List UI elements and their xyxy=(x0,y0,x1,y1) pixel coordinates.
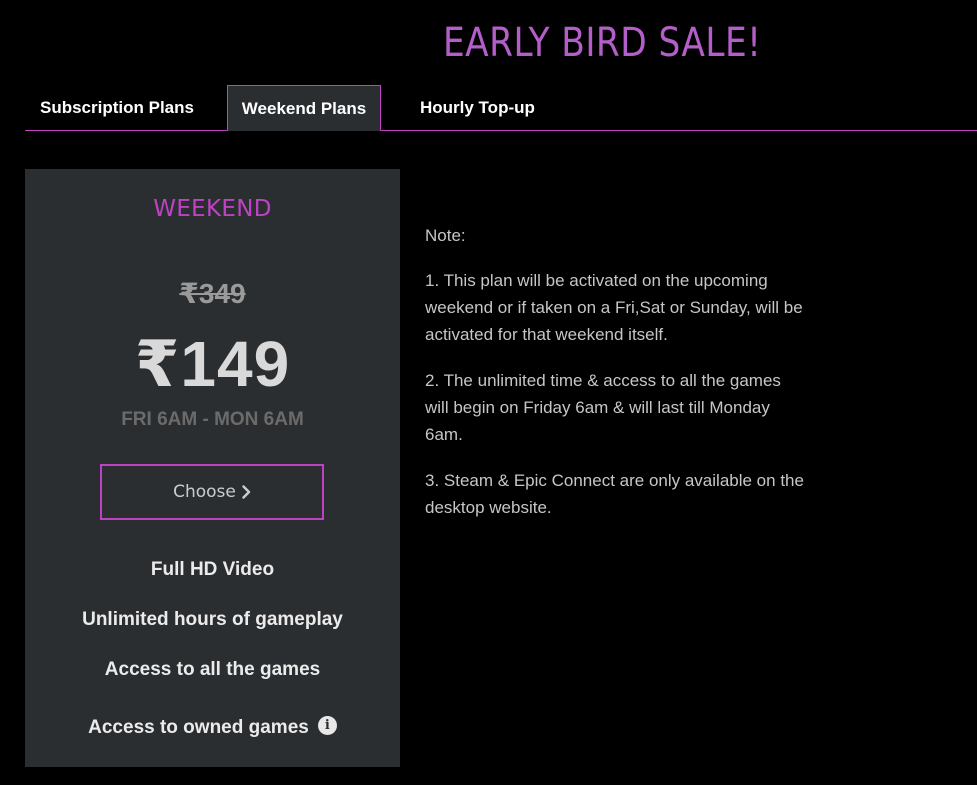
original-price: ₹349 xyxy=(179,278,246,309)
plan-notes: Note: 1. This plan will be activated on … xyxy=(425,222,805,540)
chevron-right-icon xyxy=(242,468,251,520)
note-item-2: 2. The unlimited time & access to all th… xyxy=(425,371,781,444)
weekend-plan-card: WEEKEND ₹349 ₹149 FRI 6AM - MON 6AM Choo… xyxy=(25,169,400,767)
choose-button[interactable]: Choose xyxy=(100,464,324,520)
notes-heading: Note: xyxy=(425,226,466,245)
note-item-3: 3. Steam & Epic Connect are only availab… xyxy=(425,471,804,517)
plan-price: ₹149 xyxy=(134,328,291,400)
plan-tabs: Subscription Plans Weekend Plans Hourly … xyxy=(25,85,977,131)
tab-weekend-plans[interactable]: Weekend Plans xyxy=(227,85,381,131)
choose-button-label: Choose xyxy=(173,482,236,502)
plan-name: WEEKEND xyxy=(153,196,272,222)
tab-subscription-plans[interactable]: Subscription Plans xyxy=(40,85,194,130)
feature-owned-games: Access to owned games i xyxy=(25,716,400,739)
feature-all-games: Access to all the games xyxy=(104,659,321,680)
plan-timing: FRI 6AM - MON 6AM xyxy=(121,409,304,430)
feature-full-hd: Full HD Video xyxy=(150,559,275,580)
page: EARLY BIRD SALE! Subscription Plans Week… xyxy=(0,0,977,785)
tab-hourly-topup[interactable]: Hourly Top-up xyxy=(420,85,535,130)
info-icon[interactable]: i xyxy=(317,716,337,735)
sale-title: EARLY BIRD SALE! xyxy=(443,20,762,66)
feature-unlimited-hours: Unlimited hours of gameplay xyxy=(82,609,343,630)
feature-owned-games-label: Access to owned games xyxy=(88,717,309,738)
note-item-1: 1. This plan will be activated on the up… xyxy=(425,271,803,344)
